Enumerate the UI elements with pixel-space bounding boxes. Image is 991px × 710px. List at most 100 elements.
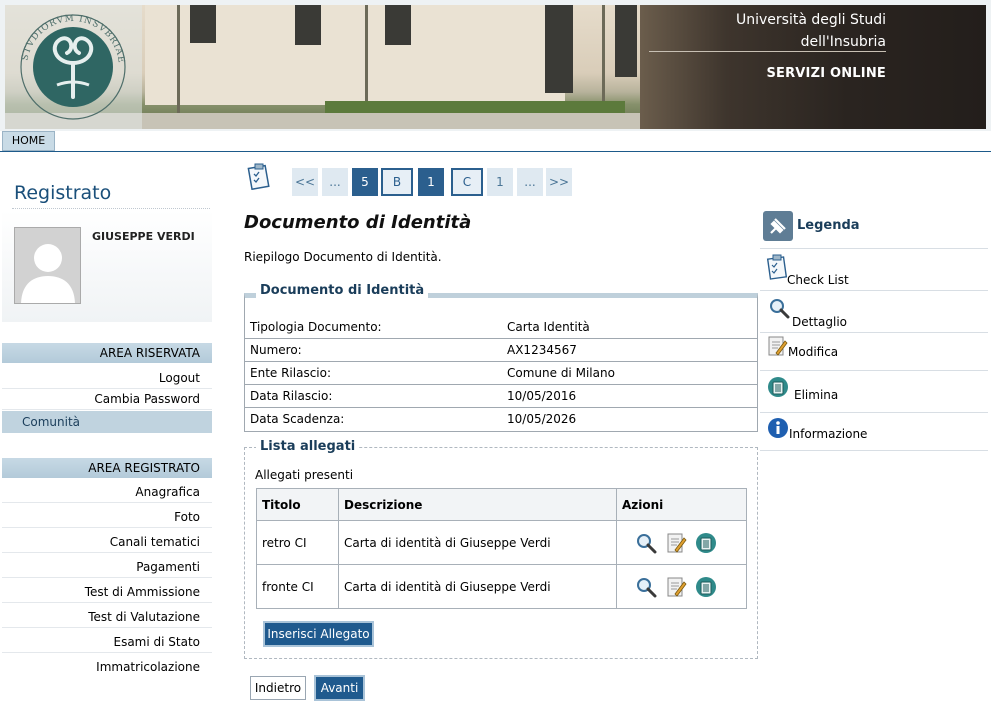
sidebar-item-pagamenti[interactable]: Pagamenti bbox=[2, 556, 212, 578]
pager-last[interactable]: >> bbox=[546, 168, 572, 196]
university-seal-icon: STVDIORVM INSVBRIAE bbox=[20, 14, 126, 120]
building-window bbox=[545, 5, 573, 93]
site-header: STVDIORVM INSVBRIAE Università degli Stu… bbox=[0, 0, 991, 131]
pin-icon bbox=[763, 211, 793, 241]
doc-label: Data Rilascio: bbox=[250, 389, 333, 403]
sidebar-item-test-ammissione[interactable]: Test di Ammissione bbox=[2, 581, 212, 603]
checklist-icon[interactable] bbox=[246, 162, 272, 190]
attachment-actions bbox=[616, 564, 747, 609]
tree-trunk bbox=[177, 5, 180, 113]
doc-value: Comune di Milano bbox=[507, 366, 615, 380]
sidebar-item-canali-tematici[interactable]: Canali tematici bbox=[2, 531, 212, 553]
doc-value: AX1234567 bbox=[507, 343, 577, 357]
attachments-present-label: Allegati presenti bbox=[255, 468, 354, 482]
home-tab[interactable]: HOME bbox=[2, 131, 55, 151]
legend-label-modifica: Modifica bbox=[788, 345, 839, 359]
sidebar-item-test-valutazione[interactable]: Test di Valutazione bbox=[2, 606, 212, 628]
university-logo[interactable]: STVDIORVM INSVBRIAE bbox=[5, 5, 142, 129]
info-icon bbox=[768, 418, 788, 438]
header-divider bbox=[649, 51, 886, 52]
left-sidebar: Registrato GIUSEPPE VERDI AREA RISERVATA… bbox=[0, 152, 213, 710]
attachments-box: Allegati presenti Titolo Descrizione Azi… bbox=[244, 447, 758, 659]
pager-step-c[interactable]: C bbox=[451, 168, 483, 196]
sidebar-item-comunita[interactable]: Comunità bbox=[2, 411, 212, 433]
attachment-title: fronte CI bbox=[256, 564, 339, 609]
doc-label: Data Scadenza: bbox=[250, 412, 345, 426]
table-header-row: Titolo Descrizione Azioni bbox=[256, 488, 747, 521]
edit-icon[interactable] bbox=[665, 532, 687, 554]
checklist-icon bbox=[766, 254, 788, 280]
user-name: GIUSEPPE VERDI bbox=[92, 230, 195, 243]
magnifier-icon bbox=[770, 299, 790, 319]
pager-step-1-current[interactable]: 1 bbox=[418, 168, 444, 196]
legend-item-dettaglio: Dettaglio bbox=[760, 291, 988, 333]
doc-row-ente: Ente Rilascio: Comune di Milano bbox=[245, 362, 757, 385]
doc-row-tipologia: Tipologia Documento: Carta Identità bbox=[245, 316, 757, 339]
university-name: Università degli Studi dell'Insubria bbox=[736, 9, 886, 53]
legend-item-checklist: Check List bbox=[760, 249, 988, 291]
doc-label: Numero: bbox=[250, 343, 302, 357]
back-button[interactable]: Indietro bbox=[250, 676, 306, 700]
magnifier-icon[interactable] bbox=[635, 576, 657, 598]
doc-row-numero: Numero: AX1234567 bbox=[245, 339, 757, 362]
legend-item-elimina: Elimina bbox=[760, 371, 988, 413]
building-window bbox=[190, 5, 216, 43]
sidebar-item-foto[interactable]: Foto bbox=[2, 506, 212, 528]
attachment-description: Carta di identità di Giuseppe Verdi bbox=[338, 520, 617, 565]
pager-first[interactable]: << bbox=[292, 168, 318, 196]
column-header-azioni: Azioni bbox=[616, 488, 747, 521]
doc-label: Tipologia Documento: bbox=[250, 320, 382, 334]
delete-icon[interactable] bbox=[695, 576, 717, 598]
doc-value: 10/05/2026 bbox=[507, 412, 577, 426]
document-details-box: Tipologia Documento: Carta Identità Nume… bbox=[244, 293, 758, 432]
insert-attachment-button[interactable]: Inserisci Allegato bbox=[263, 621, 374, 647]
attachment-actions bbox=[616, 520, 747, 565]
table-row: fronte CI Carta di identità di Giuseppe … bbox=[256, 564, 747, 609]
pager-step-b[interactable]: B bbox=[381, 168, 413, 196]
top-navbar: HOME bbox=[0, 131, 991, 152]
sidebar-item-logout[interactable]: Logout bbox=[2, 367, 212, 389]
legend-label-dettaglio: Dettaglio bbox=[792, 315, 848, 329]
edit-icon bbox=[768, 336, 788, 356]
legend-title: Legenda bbox=[797, 218, 860, 233]
pager-step-1[interactable]: 1 bbox=[487, 168, 513, 196]
building-window bbox=[385, 5, 411, 45]
legend-item-informazione: Informazione bbox=[760, 413, 988, 451]
attachment-description: Carta di identità di Giuseppe Verdi bbox=[338, 564, 617, 609]
doc-value: 10/05/2016 bbox=[507, 389, 577, 403]
sidebar-item-immatricolazione[interactable]: Immatricolazione bbox=[2, 656, 212, 678]
attachments-section-title: Lista allegati bbox=[256, 439, 360, 454]
doc-row-data-rilascio: Data Rilascio: 10/05/2016 bbox=[245, 385, 757, 408]
column-header-descrizione: Descrizione bbox=[338, 488, 617, 521]
legend-label-checklist: Check List bbox=[787, 273, 849, 287]
university-name-line2: dell'Insubria bbox=[800, 34, 886, 50]
doc-value: Carta Identità bbox=[507, 320, 590, 334]
pager-ellipsis: ... bbox=[322, 168, 348, 196]
sidebar-item-anagrafica[interactable]: Anagrafica bbox=[2, 481, 212, 503]
avatar bbox=[14, 227, 81, 304]
edit-icon[interactable] bbox=[665, 576, 687, 598]
column-header-titolo: Titolo bbox=[256, 488, 339, 521]
legend-label-informazione: Informazione bbox=[789, 427, 868, 441]
legend-label-elimina: Elimina bbox=[794, 388, 839, 402]
pager-ellipsis: ... bbox=[517, 168, 543, 196]
sidebar-divider bbox=[12, 208, 210, 209]
legend-header: Legenda bbox=[760, 205, 988, 249]
sidebar-item-esami-stato[interactable]: Esami di Stato bbox=[2, 631, 212, 653]
sidebar-title: Registrato bbox=[14, 182, 112, 204]
doc-row-data-scadenza: Data Scadenza: 10/05/2026 bbox=[245, 408, 757, 431]
table-row: retro CI Carta di identità di Giuseppe V… bbox=[256, 520, 747, 565]
university-name-line1: Università degli Studi bbox=[735, 12, 886, 28]
magnifier-icon[interactable] bbox=[635, 532, 657, 554]
doc-section-title: Documento di Identità bbox=[256, 283, 429, 298]
sidebar-item-cambia-password[interactable]: Cambia Password bbox=[2, 388, 212, 410]
delete-icon[interactable] bbox=[695, 532, 717, 554]
area-registrato-heading: AREA REGISTRATO bbox=[2, 458, 212, 478]
pager-step-5[interactable]: 5 bbox=[352, 168, 378, 196]
delete-icon bbox=[768, 377, 788, 397]
attachment-title: retro CI bbox=[256, 520, 339, 565]
next-button[interactable]: Avanti bbox=[314, 675, 365, 701]
area-riservata-heading: AREA RISERVATA bbox=[2, 343, 212, 363]
user-panel: GIUSEPPE VERDI bbox=[2, 210, 212, 322]
page-description: Riepilogo Documento di Identità. bbox=[244, 250, 442, 264]
